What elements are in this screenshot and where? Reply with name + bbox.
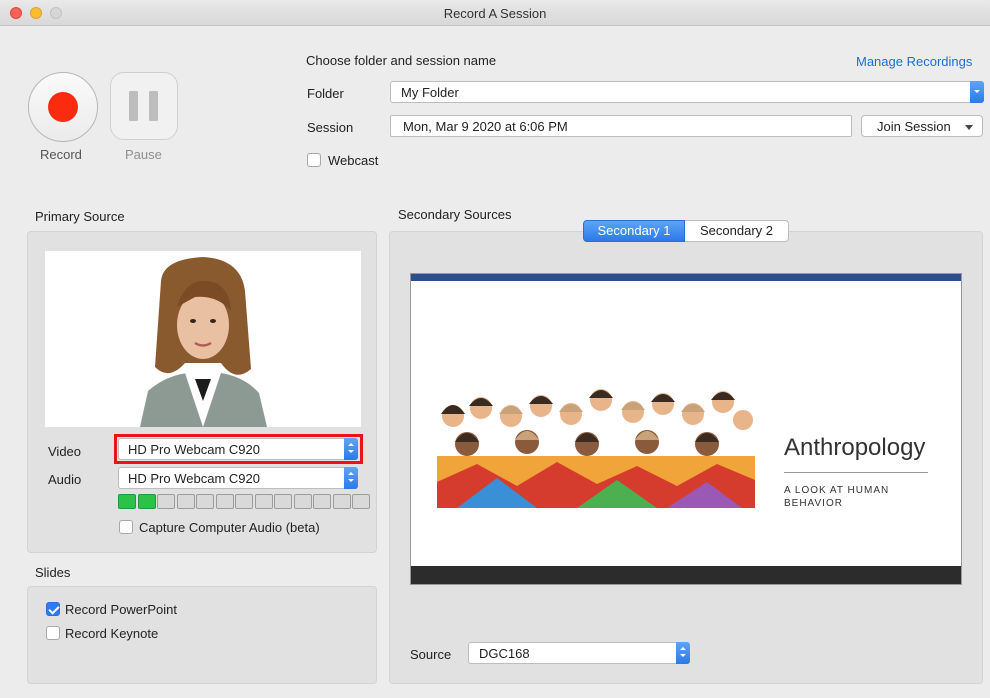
pause-label: Pause xyxy=(125,147,162,162)
source-label: Source xyxy=(410,647,452,662)
title-bar: Record A Session xyxy=(0,0,990,26)
session-name-value: Mon, Mar 9 2020 at 6:06 PM xyxy=(403,119,568,134)
capture-audio-label: Capture Computer Audio (beta) xyxy=(139,520,320,535)
record-powerpoint-label: Record PowerPoint xyxy=(65,602,177,617)
slide-subtitle-line1: A LOOK AT HUMAN xyxy=(784,485,890,496)
stepper-icon xyxy=(676,642,690,664)
audio-level-meter xyxy=(118,494,370,510)
manage-recordings-link[interactable]: Manage Recordings xyxy=(856,54,972,69)
primary-source-heading: Primary Source xyxy=(35,209,125,224)
join-session-button[interactable]: Join Session xyxy=(861,115,983,137)
record-powerpoint-checkbox[interactable] xyxy=(46,602,60,616)
slide-subtitle-line2: BEHAVIOR xyxy=(784,498,843,509)
audio-level-segment xyxy=(235,494,253,509)
audio-level-segment xyxy=(176,494,195,509)
record-keynote-checkbox[interactable] xyxy=(46,626,60,640)
audio-device-value: HD Pro Webcam C920 xyxy=(128,471,260,486)
slide-divider xyxy=(784,472,928,473)
source-select[interactable]: DGC168 xyxy=(468,642,690,664)
dropdown-arrow-icon xyxy=(965,125,973,130)
webcast-label: Webcast xyxy=(328,153,379,168)
record-label: Record xyxy=(40,147,82,162)
webcam-preview xyxy=(45,251,361,427)
audio-level-segment xyxy=(332,494,351,509)
audio-level-segment xyxy=(215,494,234,509)
folder-label: Folder xyxy=(307,86,344,101)
chevron-down-icon xyxy=(970,81,984,103)
slide-title: Anthropology xyxy=(784,434,926,461)
folder-select[interactable]: My Folder xyxy=(390,81,984,103)
audio-device-select[interactable]: HD Pro Webcam C920 xyxy=(118,467,358,489)
tab-secondary-1[interactable]: Secondary 1 xyxy=(583,220,685,242)
record-keynote-label: Record Keynote xyxy=(65,626,159,641)
window-title: Record A Session xyxy=(443,6,547,21)
audio-level-segment xyxy=(118,494,136,509)
session-label: Session xyxy=(307,120,354,135)
preview-taskbar xyxy=(411,566,961,584)
video-label: Video xyxy=(48,444,82,459)
audio-level-segment xyxy=(274,494,292,509)
audio-level-segment xyxy=(196,494,214,509)
record-icon xyxy=(48,92,78,122)
pause-button[interactable] xyxy=(110,72,178,140)
stepper-icon xyxy=(344,438,358,460)
video-device-value: HD Pro Webcam C920 xyxy=(128,442,260,457)
folder-value: My Folder xyxy=(401,85,459,100)
audio-level-segment xyxy=(313,494,331,509)
people-illustration xyxy=(437,386,755,508)
stepper-icon xyxy=(344,467,358,489)
audio-level-segment xyxy=(254,494,273,509)
secondary-sources-heading: Secondary Sources xyxy=(398,207,512,222)
audio-level-segment xyxy=(293,494,312,509)
record-button[interactable] xyxy=(28,72,98,142)
audio-label: Audio xyxy=(48,472,82,487)
screen-preview: Anthropology A LOOK AT HUMAN BEHAVIOR xyxy=(410,273,962,585)
session-heading: Choose folder and session name xyxy=(306,53,497,68)
tab-secondary-2[interactable]: Secondary 2 xyxy=(685,220,789,242)
slides-heading: Slides xyxy=(35,565,71,580)
audio-level-segment xyxy=(137,494,156,509)
presenter-image xyxy=(140,257,267,427)
audio-level-segment xyxy=(352,494,370,509)
capture-audio-checkbox[interactable] xyxy=(119,520,133,534)
preview-menu-bar xyxy=(411,274,961,281)
session-name-input[interactable]: Mon, Mar 9 2020 at 6:06 PM xyxy=(390,115,852,137)
source-value: DGC168 xyxy=(479,646,530,661)
video-device-select[interactable]: HD Pro Webcam C920 xyxy=(118,438,358,460)
audio-level-segment xyxy=(157,494,175,509)
webcast-checkbox[interactable] xyxy=(307,153,321,167)
join-session-label: Join Session xyxy=(877,119,951,134)
